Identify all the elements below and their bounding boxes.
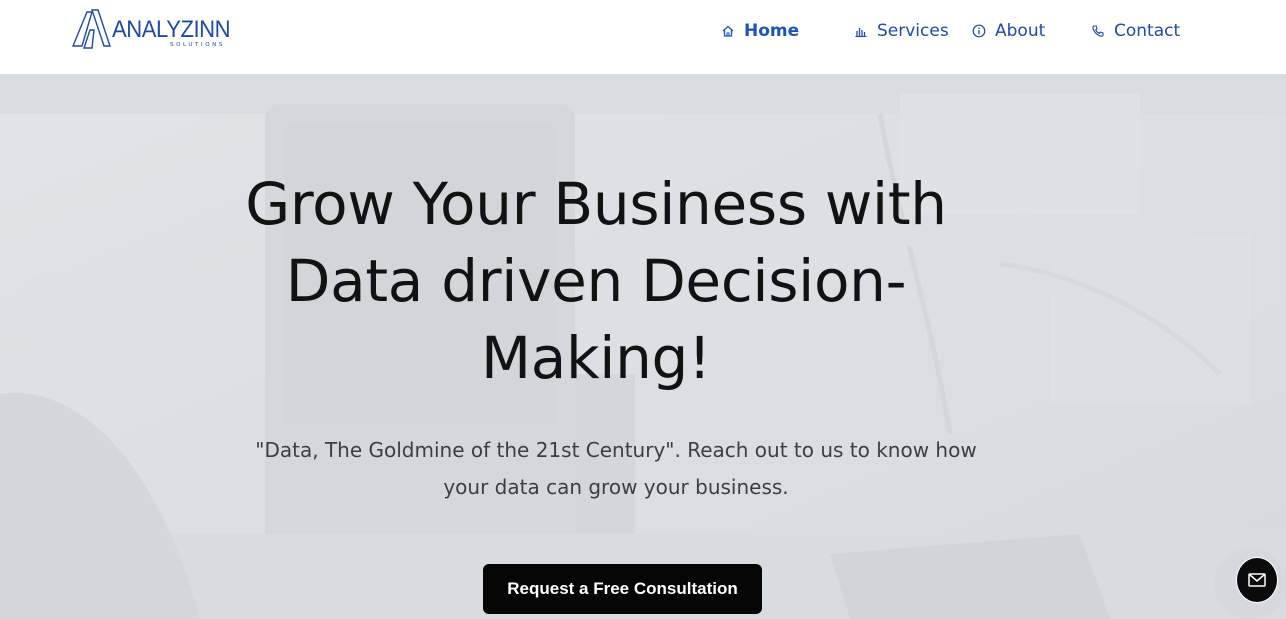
nav-label-home: Home (744, 21, 800, 41)
site-header: ANALYZINN SOLUTIONS Home Services About (0, 0, 1286, 74)
floating-mail-button[interactable] (1236, 557, 1278, 603)
home-icon (722, 25, 734, 37)
nav-label-services: Services (877, 21, 949, 41)
info-icon (972, 24, 986, 38)
nav-item-services[interactable]: Services (854, 18, 949, 44)
hero-subtitle: "Data, The Goldmine of the 21st Century"… (255, 438, 977, 499)
nav-label-contact: Contact (1114, 21, 1181, 41)
nav-item-about[interactable]: About (972, 18, 1045, 44)
hero-section: Grow Your Business with Data driven Deci… (0, 74, 1286, 619)
nav-item-contact[interactable]: Contact (1091, 18, 1180, 44)
request-consultation-button[interactable]: Request a Free Consultation (483, 564, 762, 614)
phone-icon (1092, 25, 1104, 37)
bar-chart-icon (855, 28, 867, 38)
nav-item-home[interactable]: Home (721, 18, 799, 44)
main-nav: Home Services About Contact (0, 0, 1286, 74)
hero-title: Grow Your Business with Data driven Deci… (245, 170, 947, 392)
nav-label-about: About (995, 21, 1046, 41)
mail-icon (1248, 573, 1266, 587)
